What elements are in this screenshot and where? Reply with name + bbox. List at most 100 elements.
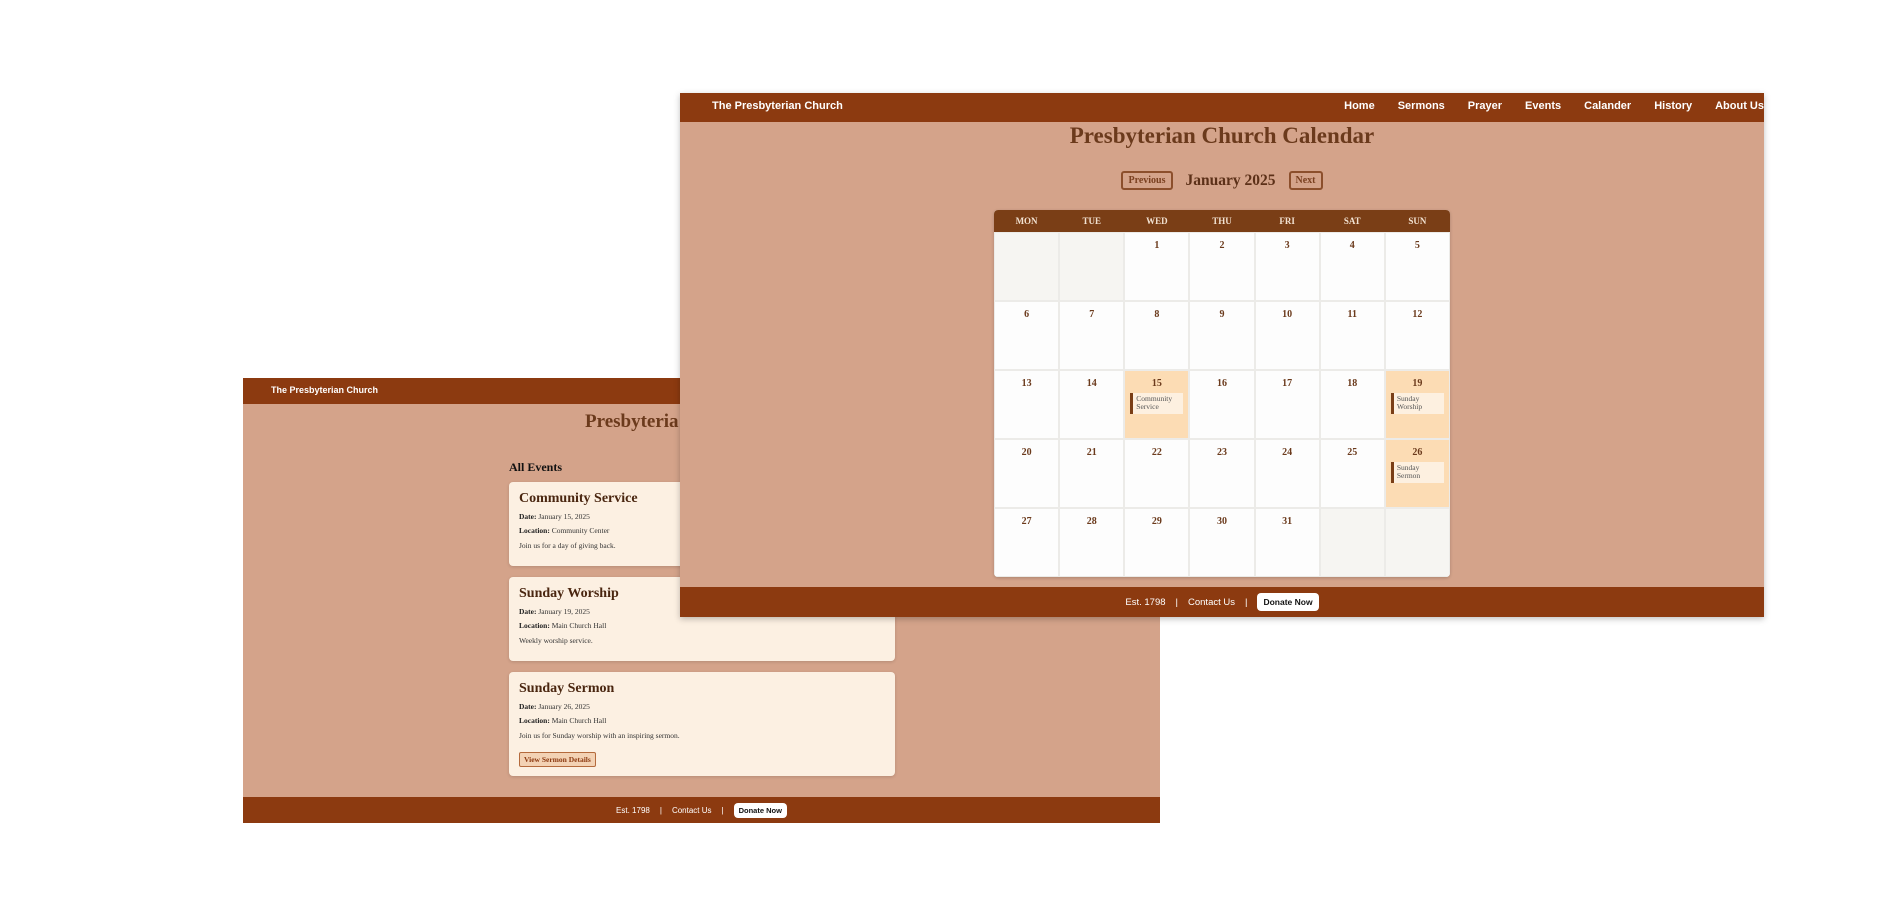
nav-links: Home Sermons Prayer Events Calander Hist… xyxy=(1321,100,1764,112)
donate-now-button[interactable]: Donate Now xyxy=(733,802,787,818)
nav-about-us[interactable]: About Us xyxy=(1715,100,1764,112)
calendar-day[interactable]: 9 xyxy=(1189,301,1255,370)
view-sermon-details-button[interactable]: View Sermon Details xyxy=(519,752,596,767)
weekday-header: WED xyxy=(1146,216,1168,226)
calendar-day[interactable]: 30 xyxy=(1189,508,1255,577)
calendar-grid: MON TUE WED THU FRI SAT SUN 1 2 3 4 5 6 7 8 9 10 1… xyxy=(994,210,1450,577)
donate-now-button[interactable]: Donate Now xyxy=(1257,593,1319,611)
event-description: Weekly worship service. xyxy=(519,636,593,645)
day-number: 25 xyxy=(1347,447,1358,458)
footer-separator: | xyxy=(721,805,724,815)
calendar-day[interactable]: 1 xyxy=(1124,232,1190,301)
event-location: Location: Main Church Hall xyxy=(519,716,607,725)
event-location: Location: Community Center xyxy=(519,526,610,535)
calendar-day[interactable]: 3 xyxy=(1254,232,1320,301)
contact-us-link[interactable]: Contact Us xyxy=(1188,597,1235,608)
event-description: Join us for Sunday worship with an inspi… xyxy=(519,731,680,740)
calendar-empty-cell xyxy=(1319,508,1385,577)
calendar-day[interactable]: 17 xyxy=(1254,370,1320,439)
day-number: 31 xyxy=(1282,516,1293,527)
calendar-day[interactable]: 27 xyxy=(994,508,1060,577)
calendar-day[interactable]: 23 xyxy=(1189,439,1255,508)
next-month-button[interactable]: Next xyxy=(1288,171,1323,190)
calendar-day[interactable]: 8 xyxy=(1124,301,1190,370)
day-number: 8 xyxy=(1154,309,1160,320)
calendar-day[interactable]: 13 xyxy=(994,370,1060,439)
event-date: Date: January 19, 2025 xyxy=(519,607,590,616)
day-number: 6 xyxy=(1024,309,1030,320)
calendar-day[interactable]: 7 xyxy=(1059,301,1125,370)
day-number: 14 xyxy=(1086,378,1097,389)
calendar-day[interactable]: 18 xyxy=(1319,370,1385,439)
brand-link[interactable]: The Presbyterian Church xyxy=(271,385,378,395)
nav-calander[interactable]: Calander xyxy=(1584,100,1631,112)
nav-history[interactable]: History xyxy=(1654,100,1692,112)
nav-events[interactable]: Events xyxy=(1525,100,1561,112)
calendar-day[interactable]: 14 xyxy=(1059,370,1125,439)
weekday-header: MON xyxy=(1015,216,1038,226)
day-number: 11 xyxy=(1347,309,1357,320)
calendar-day[interactable]: 2 xyxy=(1189,232,1255,301)
calendar-day[interactable]: 12 xyxy=(1384,301,1450,370)
day-number: 26 xyxy=(1412,447,1423,458)
calendar-day[interactable]: 29 xyxy=(1124,508,1190,577)
page-title: Presbyteria xyxy=(585,411,679,432)
calendar-event[interactable]: Sunday Worship xyxy=(1390,393,1444,414)
calendar-day[interactable]: 28 xyxy=(1059,508,1125,577)
calendar-day[interactable]: 6 xyxy=(994,301,1060,370)
day-number: 23 xyxy=(1216,447,1227,458)
calendar-day[interactable]: 25 xyxy=(1319,439,1385,508)
calendar-day[interactable]: 24 xyxy=(1254,439,1320,508)
calendar-event[interactable]: Community Service xyxy=(1130,393,1184,414)
day-number: 17 xyxy=(1282,378,1293,389)
event-date: Date: January 26, 2025 xyxy=(519,702,590,711)
calendar-day[interactable]: 15 Community Service xyxy=(1124,370,1190,439)
day-number: 9 xyxy=(1219,309,1225,320)
calendar-day[interactable]: 20 xyxy=(994,439,1060,508)
event-title: Sunday Worship xyxy=(519,586,619,601)
calendar-empty-cell xyxy=(1059,232,1125,301)
brand-link[interactable]: The Presbyterian Church xyxy=(712,100,843,112)
calendar-day[interactable]: 10 xyxy=(1254,301,1320,370)
day-number: 19 xyxy=(1412,378,1423,389)
calendar-day[interactable]: 16 xyxy=(1189,370,1255,439)
nav-prayer[interactable]: Prayer xyxy=(1468,100,1502,112)
current-month-label: January 2025 xyxy=(1185,171,1276,189)
day-number: 10 xyxy=(1282,309,1293,320)
calendar-day[interactable]: 5 xyxy=(1384,232,1450,301)
day-number: 30 xyxy=(1216,516,1227,527)
day-number: 18 xyxy=(1347,378,1358,389)
all-events-heading: All Events xyxy=(509,460,563,474)
nav-home[interactable]: Home xyxy=(1344,100,1375,112)
calendar-event[interactable]: Sunday Sermon xyxy=(1390,462,1444,483)
day-number: 7 xyxy=(1089,309,1095,320)
nav-sermons[interactable]: Sermons xyxy=(1398,100,1445,112)
est-text: Est. 1798 xyxy=(1125,596,1166,608)
calendar-day[interactable]: 22 xyxy=(1124,439,1190,508)
calendar-day[interactable]: 31 xyxy=(1254,508,1320,577)
calendar-empty-cell xyxy=(1384,508,1450,577)
footer: Est. 1798 | Contact Us | Donate Now xyxy=(243,797,1160,823)
day-number: 22 xyxy=(1151,447,1162,458)
calendar-day[interactable]: 11 xyxy=(1319,301,1385,370)
event-location: Location: Main Church Hall xyxy=(519,621,607,630)
contact-us-link[interactable]: Contact Us xyxy=(672,806,712,815)
previous-month-button[interactable]: Previous xyxy=(1121,171,1173,190)
day-number: 1 xyxy=(1154,240,1160,251)
day-number: 13 xyxy=(1021,378,1032,389)
day-number: 2 xyxy=(1219,240,1225,251)
navbar: The Presbyterian Church Home Sermons Pra… xyxy=(680,93,1764,122)
footer-separator: | xyxy=(1245,596,1248,608)
calendar-day[interactable]: 4 xyxy=(1319,232,1385,301)
day-number: 29 xyxy=(1151,516,1162,527)
day-number: 28 xyxy=(1086,516,1097,527)
calendar-page-window: The Presbyterian Church Home Sermons Pra… xyxy=(680,93,1764,617)
calendar-day[interactable]: 26 Sunday Sermon xyxy=(1384,439,1450,508)
day-number: 24 xyxy=(1282,447,1293,458)
calendar-day[interactable]: 21 xyxy=(1059,439,1125,508)
weekday-header: THU xyxy=(1212,216,1232,226)
footer-separator: | xyxy=(659,805,662,815)
event-card: Sunday Sermon Date: January 26, 2025 Loc… xyxy=(509,672,895,776)
footer: Est. 1798 | Contact Us | Donate Now xyxy=(680,587,1764,617)
calendar-day[interactable]: 19 Sunday Worship xyxy=(1384,370,1450,439)
